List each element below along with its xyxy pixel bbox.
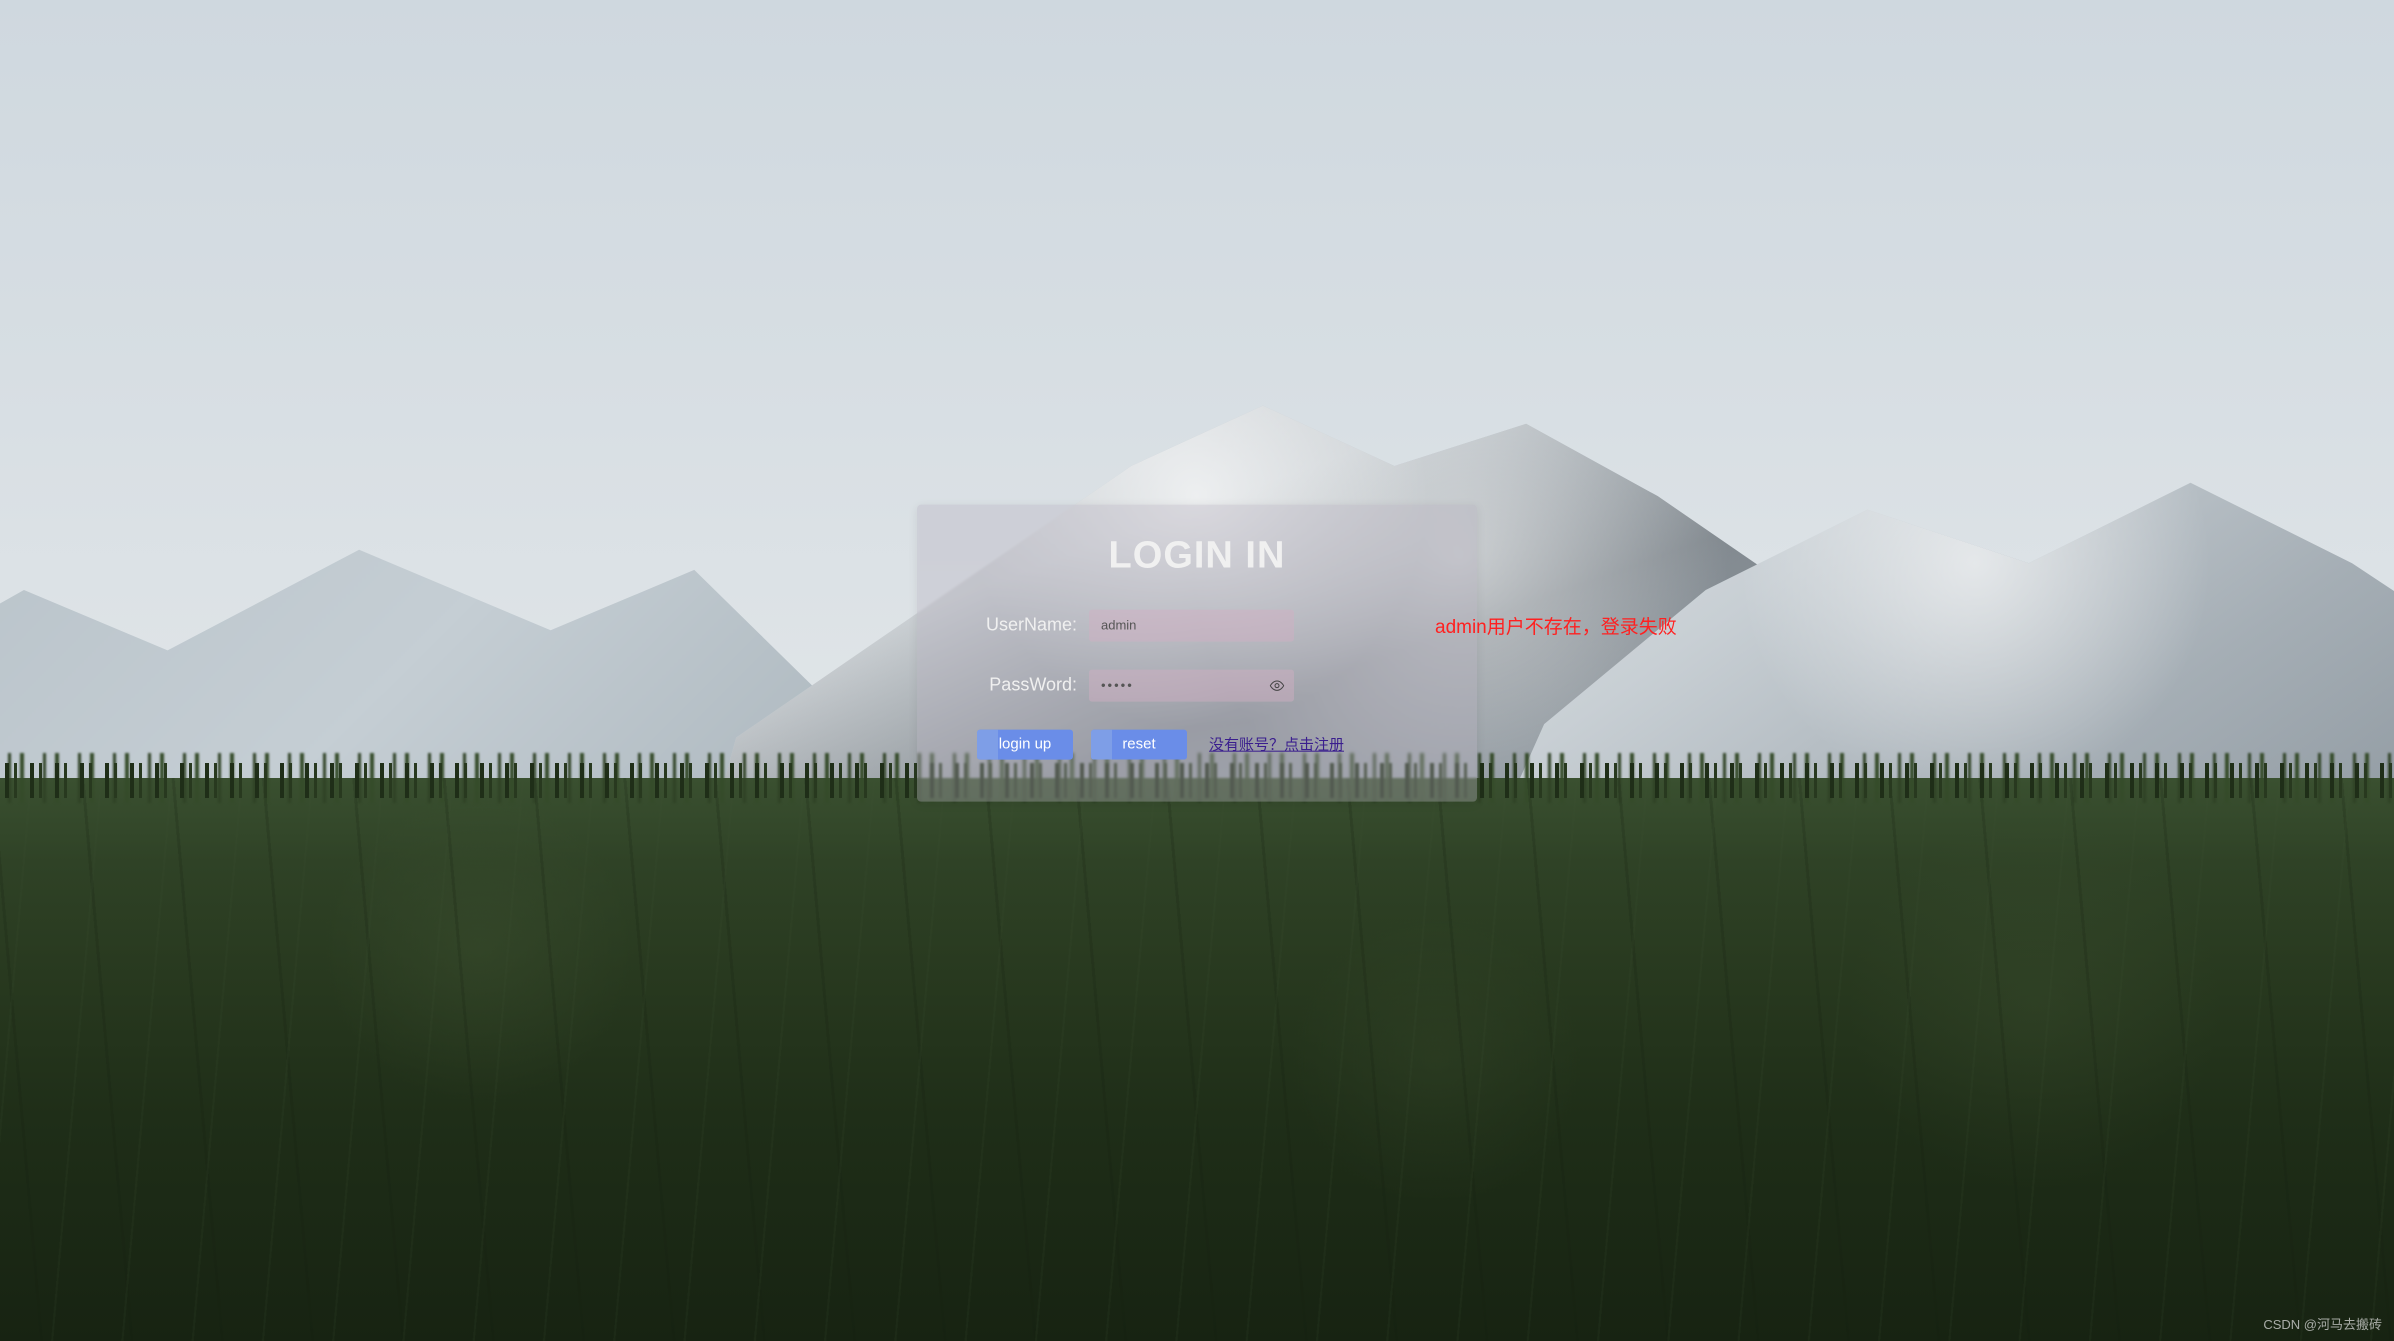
password-input[interactable] <box>1089 669 1294 701</box>
username-row: UserName: admin用户不存在，登录失败 <box>967 609 1427 641</box>
watermark: CSDN @河马去搬砖 <box>2263 1314 2382 1333</box>
login-button[interactable]: login up <box>977 729 1073 759</box>
login-title: LOGIN IN <box>967 534 1427 577</box>
username-label: UserName: <box>967 615 1077 636</box>
password-input-wrap <box>1089 669 1294 701</box>
button-row: login up reset 没有账号？点击注册 <box>967 729 1427 759</box>
login-card: LOGIN IN UserName: admin用户不存在，登录失败 PassW… <box>917 504 1477 801</box>
username-input-wrap <box>1089 609 1294 641</box>
register-link[interactable]: 没有账号？点击注册 <box>1209 734 1344 755</box>
password-row: PassWord: <box>967 669 1427 701</box>
error-message: admin用户不存在，登录失败 <box>1435 612 1677 639</box>
reset-button[interactable]: reset <box>1091 729 1187 759</box>
password-label: PassWord: <box>967 675 1077 696</box>
eye-icon[interactable] <box>1268 676 1286 694</box>
username-input[interactable] <box>1089 609 1294 641</box>
